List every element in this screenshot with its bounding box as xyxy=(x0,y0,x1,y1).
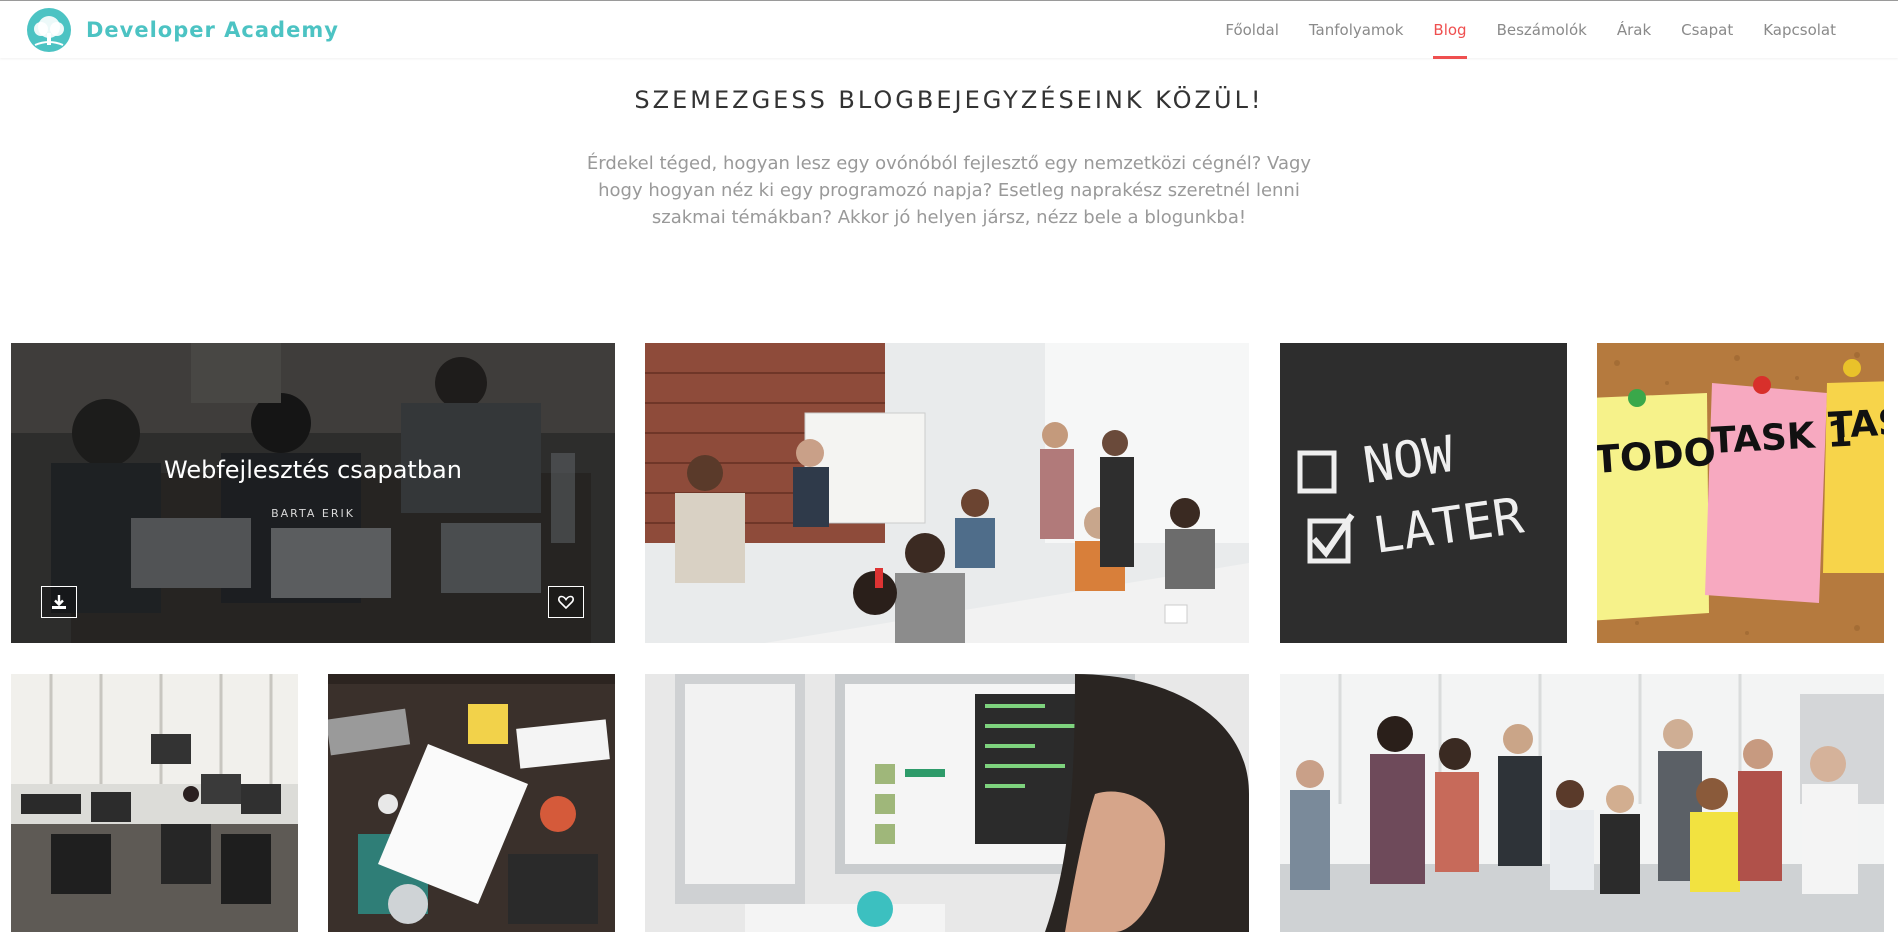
developer-at-monitor-image xyxy=(645,674,1249,932)
page-title: SZEMEZGESS BLOGBEJEGYZÉSEINK KÖZÜL! xyxy=(634,86,1264,114)
blog-post-developer-monitor[interactable] xyxy=(645,674,1249,932)
heart-icon xyxy=(558,595,574,610)
team-group-image xyxy=(1280,674,1884,932)
blog-post-team-meeting[interactable] xyxy=(645,343,1249,643)
tree-logo-icon xyxy=(27,8,71,52)
desk-paper-handoff-image xyxy=(328,674,615,932)
sticky-todo-text: TODO xyxy=(1597,430,1717,482)
download-button[interactable] xyxy=(41,586,77,618)
image-overlay xyxy=(11,343,615,643)
main-nav: Főoldal Tanfolyamok Blog Beszámolók Árak… xyxy=(1195,1,1836,59)
nav-kapcsolat[interactable]: Kapcsolat xyxy=(1763,1,1836,59)
nav-beszamolok[interactable]: Beszámolók xyxy=(1497,1,1587,59)
team-meeting-image xyxy=(645,343,1249,643)
blog-post-team-group[interactable] xyxy=(1280,674,1884,932)
nav-blog[interactable]: Blog xyxy=(1433,1,1467,59)
sticky-notes-todo-image: TODO TASK 1 TASK 2 xyxy=(1597,343,1884,643)
brand-logo[interactable]: Developer Academy xyxy=(26,7,339,53)
blog-post-paper-handoff[interactable] xyxy=(328,674,615,932)
nav-tanfolyamok[interactable]: Tanfolyamok xyxy=(1309,1,1404,59)
top-navbar: Developer Academy Főoldal Tanfolyamok Bl… xyxy=(0,0,1898,59)
brand-name: Developer Academy xyxy=(86,18,339,42)
post-author: BARTA ERIK xyxy=(271,507,355,520)
post-title[interactable]: Webfejlesztés csapatban xyxy=(11,456,615,484)
like-button[interactable] xyxy=(548,586,584,618)
download-icon xyxy=(52,595,66,609)
nav-arak[interactable]: Árak xyxy=(1617,1,1651,59)
blog-post-featured[interactable] xyxy=(11,343,615,643)
chalkboard-now-later-image: NOW LATER xyxy=(1280,343,1567,643)
sticky-task2-text: TASK 2 xyxy=(1827,399,1884,447)
blog-post-open-office[interactable] xyxy=(11,674,298,932)
blog-post-now-later[interactable]: NOW LATER xyxy=(1280,343,1567,643)
blog-post-sticky-notes[interactable]: TODO TASK 1 TASK 2 xyxy=(1597,343,1884,643)
open-office-image xyxy=(11,674,298,932)
nav-csapat[interactable]: Csapat xyxy=(1681,1,1733,59)
intro-paragraph: Érdekel téged, hogyan lesz egy ovónóból … xyxy=(586,153,1312,228)
nav-fooldal[interactable]: Főoldal xyxy=(1225,1,1279,59)
